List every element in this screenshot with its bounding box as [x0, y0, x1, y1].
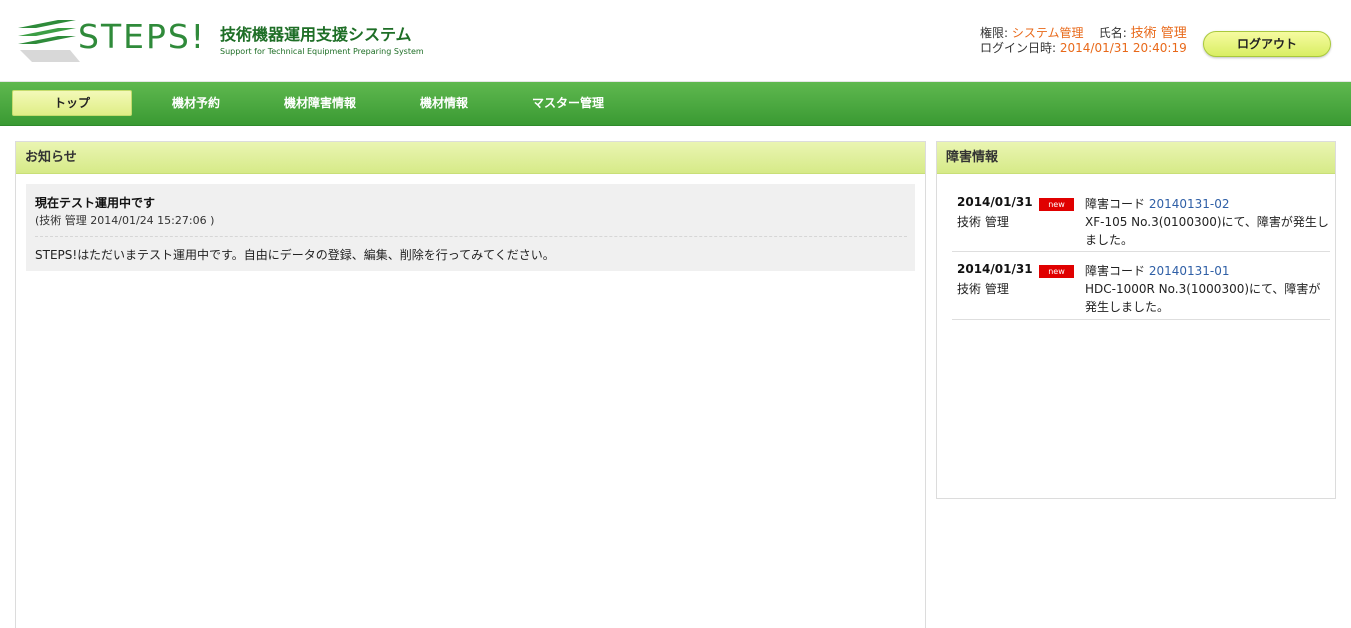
fault-date: 2014/01/31 — [957, 195, 1033, 209]
fault-item: 2014/01/31 new 技術 管理 障害コード 20140131-01 H… — [952, 252, 1330, 320]
news-body: STEPS!はただいまテスト運用中です。自由にデータの登録、編集、削除を行ってみ… — [35, 248, 555, 262]
login-value: 2014/01/31 20:40:19 — [1059, 41, 1187, 55]
user-info-line2: ログイン日時: 2014/01/31 20:40:19 — [980, 41, 1187, 56]
news-item: 現在テスト運用中です (技術 管理 2014/01/24 15:27:06 ) … — [26, 184, 915, 271]
nav-item-fault-info[interactable]: 機材障害情報 — [268, 90, 372, 116]
fault-description: HDC-1000R No.3(1000300)にて、障害が発生しました。 — [1085, 282, 1321, 314]
role-value: システム管理 — [1011, 26, 1084, 40]
fault-code-label: 障害コード — [1085, 197, 1146, 211]
new-badge: new — [1039, 265, 1074, 278]
news-panel-heading: お知らせ — [16, 142, 925, 174]
fault-panel-heading: 障害情報 — [937, 142, 1335, 174]
fault-item: 2014/01/31 new 技術 管理 障害コード 20140131-02 X… — [952, 185, 1330, 252]
new-badge: new — [1039, 198, 1074, 211]
app-subtitle-en: Support for Technical Equipment Preparin… — [220, 47, 424, 56]
nav-item-reservation[interactable]: 機材予約 — [150, 90, 242, 116]
fault-code: 障害コード 20140131-01 — [1085, 262, 1230, 279]
user-info: 権限: システム管理 氏名: 技術 管理 ログイン日時: 2014/01/31 … — [980, 26, 1187, 56]
news-title: 現在テスト運用中です — [35, 196, 156, 210]
steps-logo[interactable]: STEPS! — [18, 18, 208, 70]
fault-user: 技術 管理 — [957, 215, 1009, 229]
news-meta: (技術 管理 2014/01/24 15:27:06 ) — [35, 214, 215, 227]
fault-panel: 障害情報 2014/01/31 new 技術 管理 障害コード 20140131… — [936, 141, 1336, 499]
fault-code: 障害コード 20140131-02 — [1085, 195, 1230, 212]
fault-code-link[interactable]: 20140131-02 — [1149, 197, 1230, 211]
user-info-line1: 権限: システム管理 氏名: 技術 管理 — [980, 26, 1187, 41]
fault-code-label: 障害コード — [1085, 264, 1146, 278]
fault-date: 2014/01/31 — [957, 262, 1033, 276]
role-label: 権限: — [980, 26, 1009, 40]
nav-item-master-admin[interactable]: マスター管理 — [516, 90, 620, 116]
login-label: ログイン日時: — [980, 41, 1057, 55]
fault-description: XF-105 No.3(0100300)にて、障害が発生しました。 — [1085, 215, 1329, 247]
logo-text: STEPS! — [78, 17, 207, 56]
name-value: 技術 管理 — [1130, 26, 1187, 41]
fault-code-link[interactable]: 20140131-01 — [1149, 264, 1230, 278]
app-header: STEPS! 技術機器運用支援システム Support for Technica… — [0, 0, 1351, 82]
nav-item-equipment-info[interactable]: 機材情報 — [398, 90, 490, 116]
name-label: 氏名: — [1098, 26, 1127, 40]
logout-button[interactable]: ログアウト — [1203, 31, 1331, 57]
nav-item-top[interactable]: トップ — [12, 90, 132, 116]
app-subtitle: 技術機器運用支援システム — [220, 25, 412, 44]
fault-user: 技術 管理 — [957, 282, 1009, 296]
main-nav: トップ 機材予約 機材障害情報 機材情報 マスター管理 — [0, 82, 1351, 126]
news-divider — [35, 236, 907, 237]
news-panel: お知らせ 現在テスト運用中です (技術 管理 2014/01/24 15:27:… — [15, 141, 926, 628]
